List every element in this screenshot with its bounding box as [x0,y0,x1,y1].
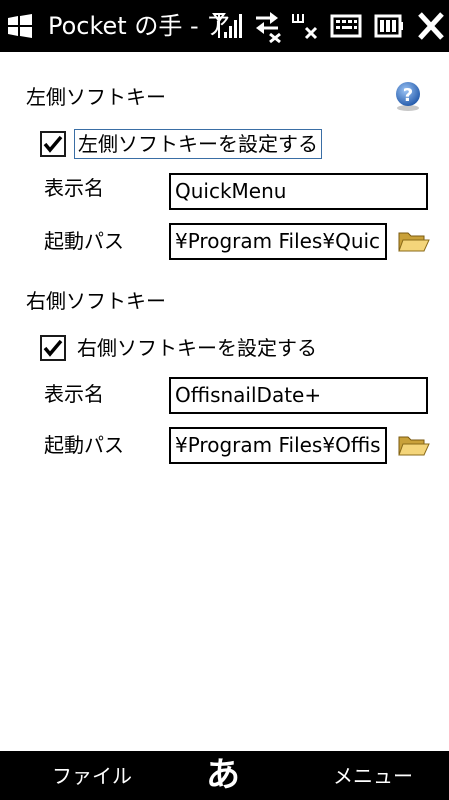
file-softkey[interactable]: ファイル [52,763,132,789]
left-path-label: 起動パス [44,229,124,253]
left-display-name-label: 表示名 [44,176,104,200]
windows-start-icon[interactable] [6,12,34,40]
right-softkey-enable-label[interactable]: 右側ソフトキーを設定する [74,334,320,362]
data-connection-icon[interactable] [252,8,284,44]
left-browse-folder-icon[interactable] [398,229,430,255]
softkey-bar: ファイル あ メニュー [0,751,449,800]
right-display-name-label: 表示名 [44,382,104,406]
left-softkey-enable-row[interactable]: 左側ソフトキーを設定する [40,127,322,161]
right-browse-folder-icon[interactable] [398,433,430,459]
left-display-name-input[interactable]: QuickMenu [169,173,428,210]
close-icon[interactable] [416,8,446,44]
checkmark-icon [43,339,63,357]
svg-text:?: ? [403,85,413,106]
checkmark-icon [43,135,63,153]
right-path-label: 起動パス [44,433,124,457]
window-title[interactable]: Pocket の手 - ア [48,10,230,42]
signal-icon[interactable] [212,8,242,44]
left-path-input[interactable]: ¥Program Files¥Quic [169,223,387,260]
keyboard-icon[interactable] [330,8,362,44]
title-bar: Pocket の手 - ア [0,0,449,52]
battery-icon[interactable] [374,8,404,44]
right-softkey-enable-checkbox[interactable] [40,335,66,361]
right-display-name-input[interactable]: OffisnailDate+ [169,377,428,414]
input-method-button[interactable]: あ [206,753,240,797]
left-softkey-heading: 左側ソフトキー [26,85,166,109]
wifi-off-icon[interactable] [290,8,320,44]
help-icon[interactable]: ? [392,80,424,112]
right-softkey-heading: 右側ソフトキー [26,289,166,313]
right-softkey-enable-row[interactable]: 右側ソフトキーを設定する [40,331,320,365]
left-softkey-enable-label[interactable]: 左側ソフトキーを設定する [74,129,322,159]
menu-softkey[interactable]: メニュー [333,763,413,789]
left-softkey-enable-checkbox[interactable] [40,131,66,157]
right-path-input[interactable]: ¥Program Files¥Offis [169,427,387,464]
